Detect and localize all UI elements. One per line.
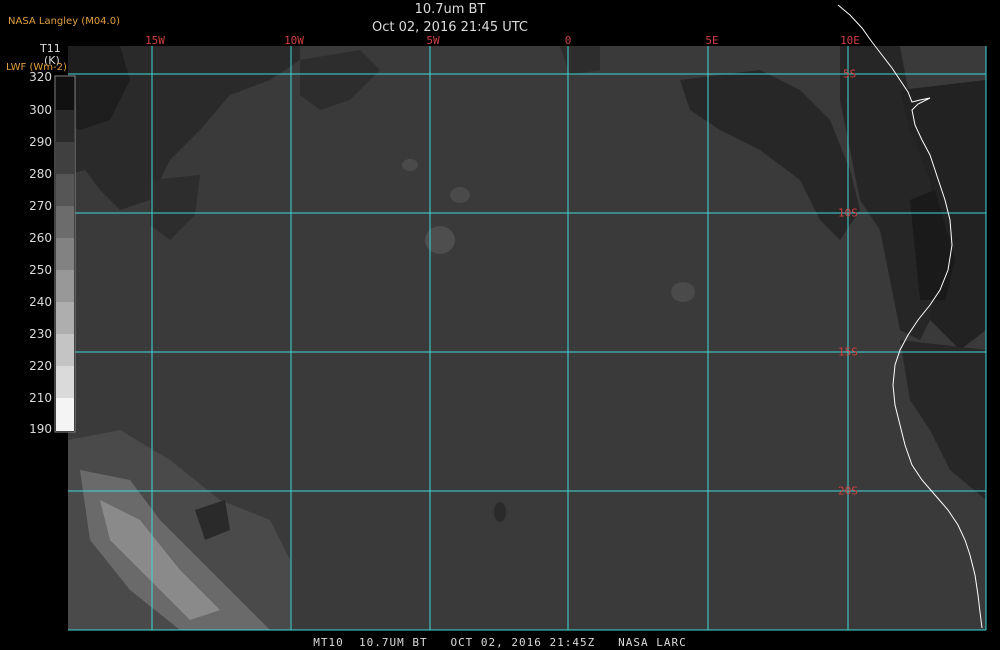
map-timestamp: Oct 02, 2016 21:45 UTC: [372, 20, 528, 35]
lon-label-15w: 15W: [145, 34, 165, 47]
map-title: 10.7um BT: [414, 2, 486, 17]
lon-label-5w: 5W: [426, 34, 440, 47]
legend-tick: 220: [29, 359, 52, 373]
lat-label-15s: 15S: [838, 345, 858, 359]
legend-tick: 190: [29, 422, 52, 436]
satellite-map: [54, 4, 987, 631]
legend-tick: 240: [29, 295, 52, 309]
legend-tick: 230: [29, 327, 52, 341]
legend-tick: 250: [29, 263, 52, 277]
lon-label-10w: 10W: [284, 34, 304, 47]
footer-caption: MT10 10.7UM BT OCT 02, 2016 21:45Z NASA …: [313, 636, 687, 649]
legend-tick: 290: [29, 135, 52, 149]
lat-label-20s: 20S: [838, 484, 858, 498]
legend-tick: 300: [29, 103, 52, 117]
lat-label-5s: 5S: [843, 67, 857, 81]
legend-tick: 260: [29, 231, 52, 245]
lon-label-0: 0: [564, 34, 572, 47]
legend-tick: 320: [29, 70, 52, 84]
lat-label-10s: 10S: [838, 206, 858, 220]
lon-label-5e: 5E: [705, 34, 719, 47]
legend-colorbar: [54, 75, 76, 433]
lon-label-10e: 10E: [840, 34, 860, 47]
legend-tick: 280: [29, 167, 52, 181]
legend-tick: 270: [29, 199, 52, 213]
legend-tick: 210: [29, 391, 52, 405]
